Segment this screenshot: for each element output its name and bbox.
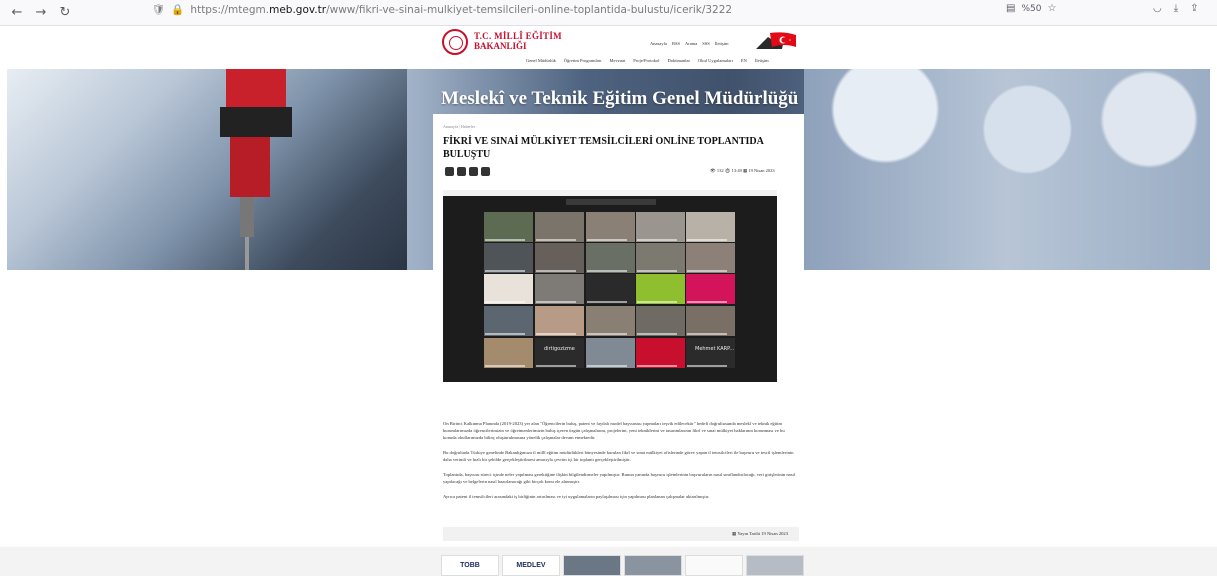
participant-tile [636, 274, 685, 304]
article-title: FİKRİ VE SINAİ MÜLKİYET TEMSİLCİLERİ ONL… [443, 136, 764, 160]
nav-item-en[interactable]: EN [741, 58, 747, 63]
participant-tile: Mehmet KARP... [686, 338, 735, 368]
facebook-icon[interactable] [445, 167, 454, 176]
nav-item-ogretim[interactable]: Öğretim Programları [564, 58, 602, 63]
reload-icon[interactable]: ↻ [54, 2, 76, 24]
article-paragraph: Toplantıda, başvuru süreci içinde neler … [443, 472, 796, 484]
browser-toolbar: ← → ↻ 🛡 🔒 https://mtegm.meb.gov.tr/www/f… [0, 0, 1217, 26]
views-icon: 👁 [710, 168, 716, 173]
participant-tile [484, 274, 533, 304]
clock-icon: ⏱ [724, 168, 731, 173]
participant-tile [686, 243, 735, 273]
top-link-contact[interactable]: İletişim [715, 41, 729, 46]
participant-tile [484, 306, 533, 336]
logo-title[interactable]: T.C. MİLLÎ EĞİTİM [474, 31, 562, 41]
meeting-header-bar [566, 199, 656, 205]
calendar-icon: ▦ [742, 168, 748, 173]
article-paragraph: Bu doğrultuda Türkiye genelinde Bakanlığ… [443, 450, 794, 462]
download-icon[interactable]: ⤓ [1174, 3, 1178, 14]
publish-date: ▦ Yayın Tarihi 19 Nisan 2023 [732, 531, 788, 537]
publish-date-label: Yayın Tarihi 19 Nisan 2023 [737, 531, 789, 536]
nav-item-okul[interactable]: Okul Uygulamaları [698, 58, 733, 63]
participant-tile [586, 243, 635, 273]
nav-item-iletisim[interactable]: İletişim [755, 58, 769, 63]
top-link-home[interactable]: Anasayfa [650, 41, 667, 46]
bookmark-star-icon[interactable]: ☆ [1047, 3, 1056, 14]
forward-icon[interactable]: → [30, 2, 52, 24]
meb-logo-icon[interactable] [442, 29, 468, 55]
back-icon[interactable]: ← [6, 2, 28, 24]
main-navigation: Genel Müdürlük Öğretim Programları Mevzu… [526, 58, 769, 63]
participant-tile [586, 338, 635, 368]
participant-tile [586, 212, 635, 242]
participant-tile [586, 306, 635, 336]
participant-name: dirtigozizme [544, 346, 575, 352]
drill-image [220, 69, 292, 270]
toolbar-right: ◡ ⤓ ⇪ [1153, 3, 1199, 14]
partner-logo[interactable] [624, 555, 682, 576]
nav-item-proje[interactable]: Proje/Protokol [633, 58, 659, 63]
article-date: 19 Nisan 2023 [748, 168, 775, 173]
hero-right-image [804, 69, 1210, 270]
top-links: Anasayfa RSS Arama SSS İletişim [650, 41, 729, 46]
participant-name: Mehmet KARP... [695, 346, 735, 352]
article-paragraph: On Birinci Kalkınma Planında (2019-2023)… [443, 421, 785, 440]
calendar-icon: ▦ [732, 531, 737, 536]
participant-tile [636, 306, 685, 336]
participant-tile [636, 212, 685, 242]
participant-tile [535, 274, 584, 304]
hero-machinery-image [7, 69, 407, 270]
hero-title: Meslekî ve Teknik Eğitim Genel Müdürlüğü [441, 88, 799, 109]
mail-icon[interactable] [481, 167, 490, 176]
participant-tile [484, 212, 533, 242]
flag-ataturk-icon [756, 32, 796, 49]
twitter-icon[interactable] [457, 167, 466, 176]
participant-tile [686, 212, 735, 242]
share-buttons [445, 167, 490, 176]
participant-tile: dirtigozizme [535, 338, 584, 368]
site-header [0, 26, 1217, 70]
url-right-controls: ▤ %50 ☆ [1006, 3, 1056, 14]
logo-subtitle[interactable]: BAKANLIĞI [474, 41, 527, 51]
participant-tile [686, 306, 735, 336]
participant-tile [484, 243, 533, 273]
participant-tile [535, 212, 584, 242]
article-time: 13:49 [731, 168, 742, 173]
top-link-search[interactable]: Arama [685, 41, 697, 46]
nav-item-genel-mudurluk[interactable]: Genel Müdürlük [526, 58, 556, 63]
pocket-icon[interactable]: ◡ [1153, 3, 1162, 14]
lock-icon[interactable]: 🔒 [171, 3, 184, 16]
partner-logo[interactable] [685, 555, 743, 576]
partner-logo[interactable] [746, 555, 804, 576]
breadcrumb[interactable]: Anasayfa | Haberler [443, 124, 475, 129]
participant-tile [484, 338, 533, 368]
participant-tile [686, 274, 735, 304]
partner-logo-tobb[interactable]: TOBB [441, 555, 499, 576]
partner-logo[interactable] [563, 555, 621, 576]
participant-tile [535, 306, 584, 336]
shield-icon[interactable]: 🛡 [152, 3, 165, 16]
url-bar[interactable]: 🛡 🔒 https://mtegm.meb.gov.tr/www/fikri-v… [152, 3, 732, 17]
participant-tile [636, 338, 685, 368]
participant-tile [636, 243, 685, 273]
zoom-badge[interactable]: %50 [1021, 4, 1041, 14]
article-meta: 👁 132 ⏱ 13:49 ▦ 19 Nisan 2023 [710, 168, 775, 174]
views-count: 132 [716, 168, 724, 173]
share-icon[interactable]: ⇪ [1190, 3, 1198, 14]
top-link-faq[interactable]: SSS [702, 41, 710, 46]
nav-item-dokumanlar[interactable]: Dokümanlar [668, 58, 691, 63]
participant-tile [586, 274, 635, 304]
url-text[interactable]: https://mtegm.meb.gov.tr/www/fikri-ve-si… [190, 4, 732, 16]
participant-tile [535, 243, 584, 273]
top-link-rss[interactable]: RSS [672, 41, 680, 46]
nav-buttons: ← → ↻ [6, 2, 76, 24]
partner-logo-medlev[interactable]: MEDLEV [502, 555, 560, 576]
nav-item-mevzuat[interactable]: Mevzuat [610, 58, 626, 63]
reader-mode-icon[interactable]: ▤ [1006, 3, 1015, 14]
whatsapp-icon[interactable] [469, 167, 478, 176]
article-paragraph: Ayrıca patent il temsilcileri arasındaki… [443, 494, 710, 499]
